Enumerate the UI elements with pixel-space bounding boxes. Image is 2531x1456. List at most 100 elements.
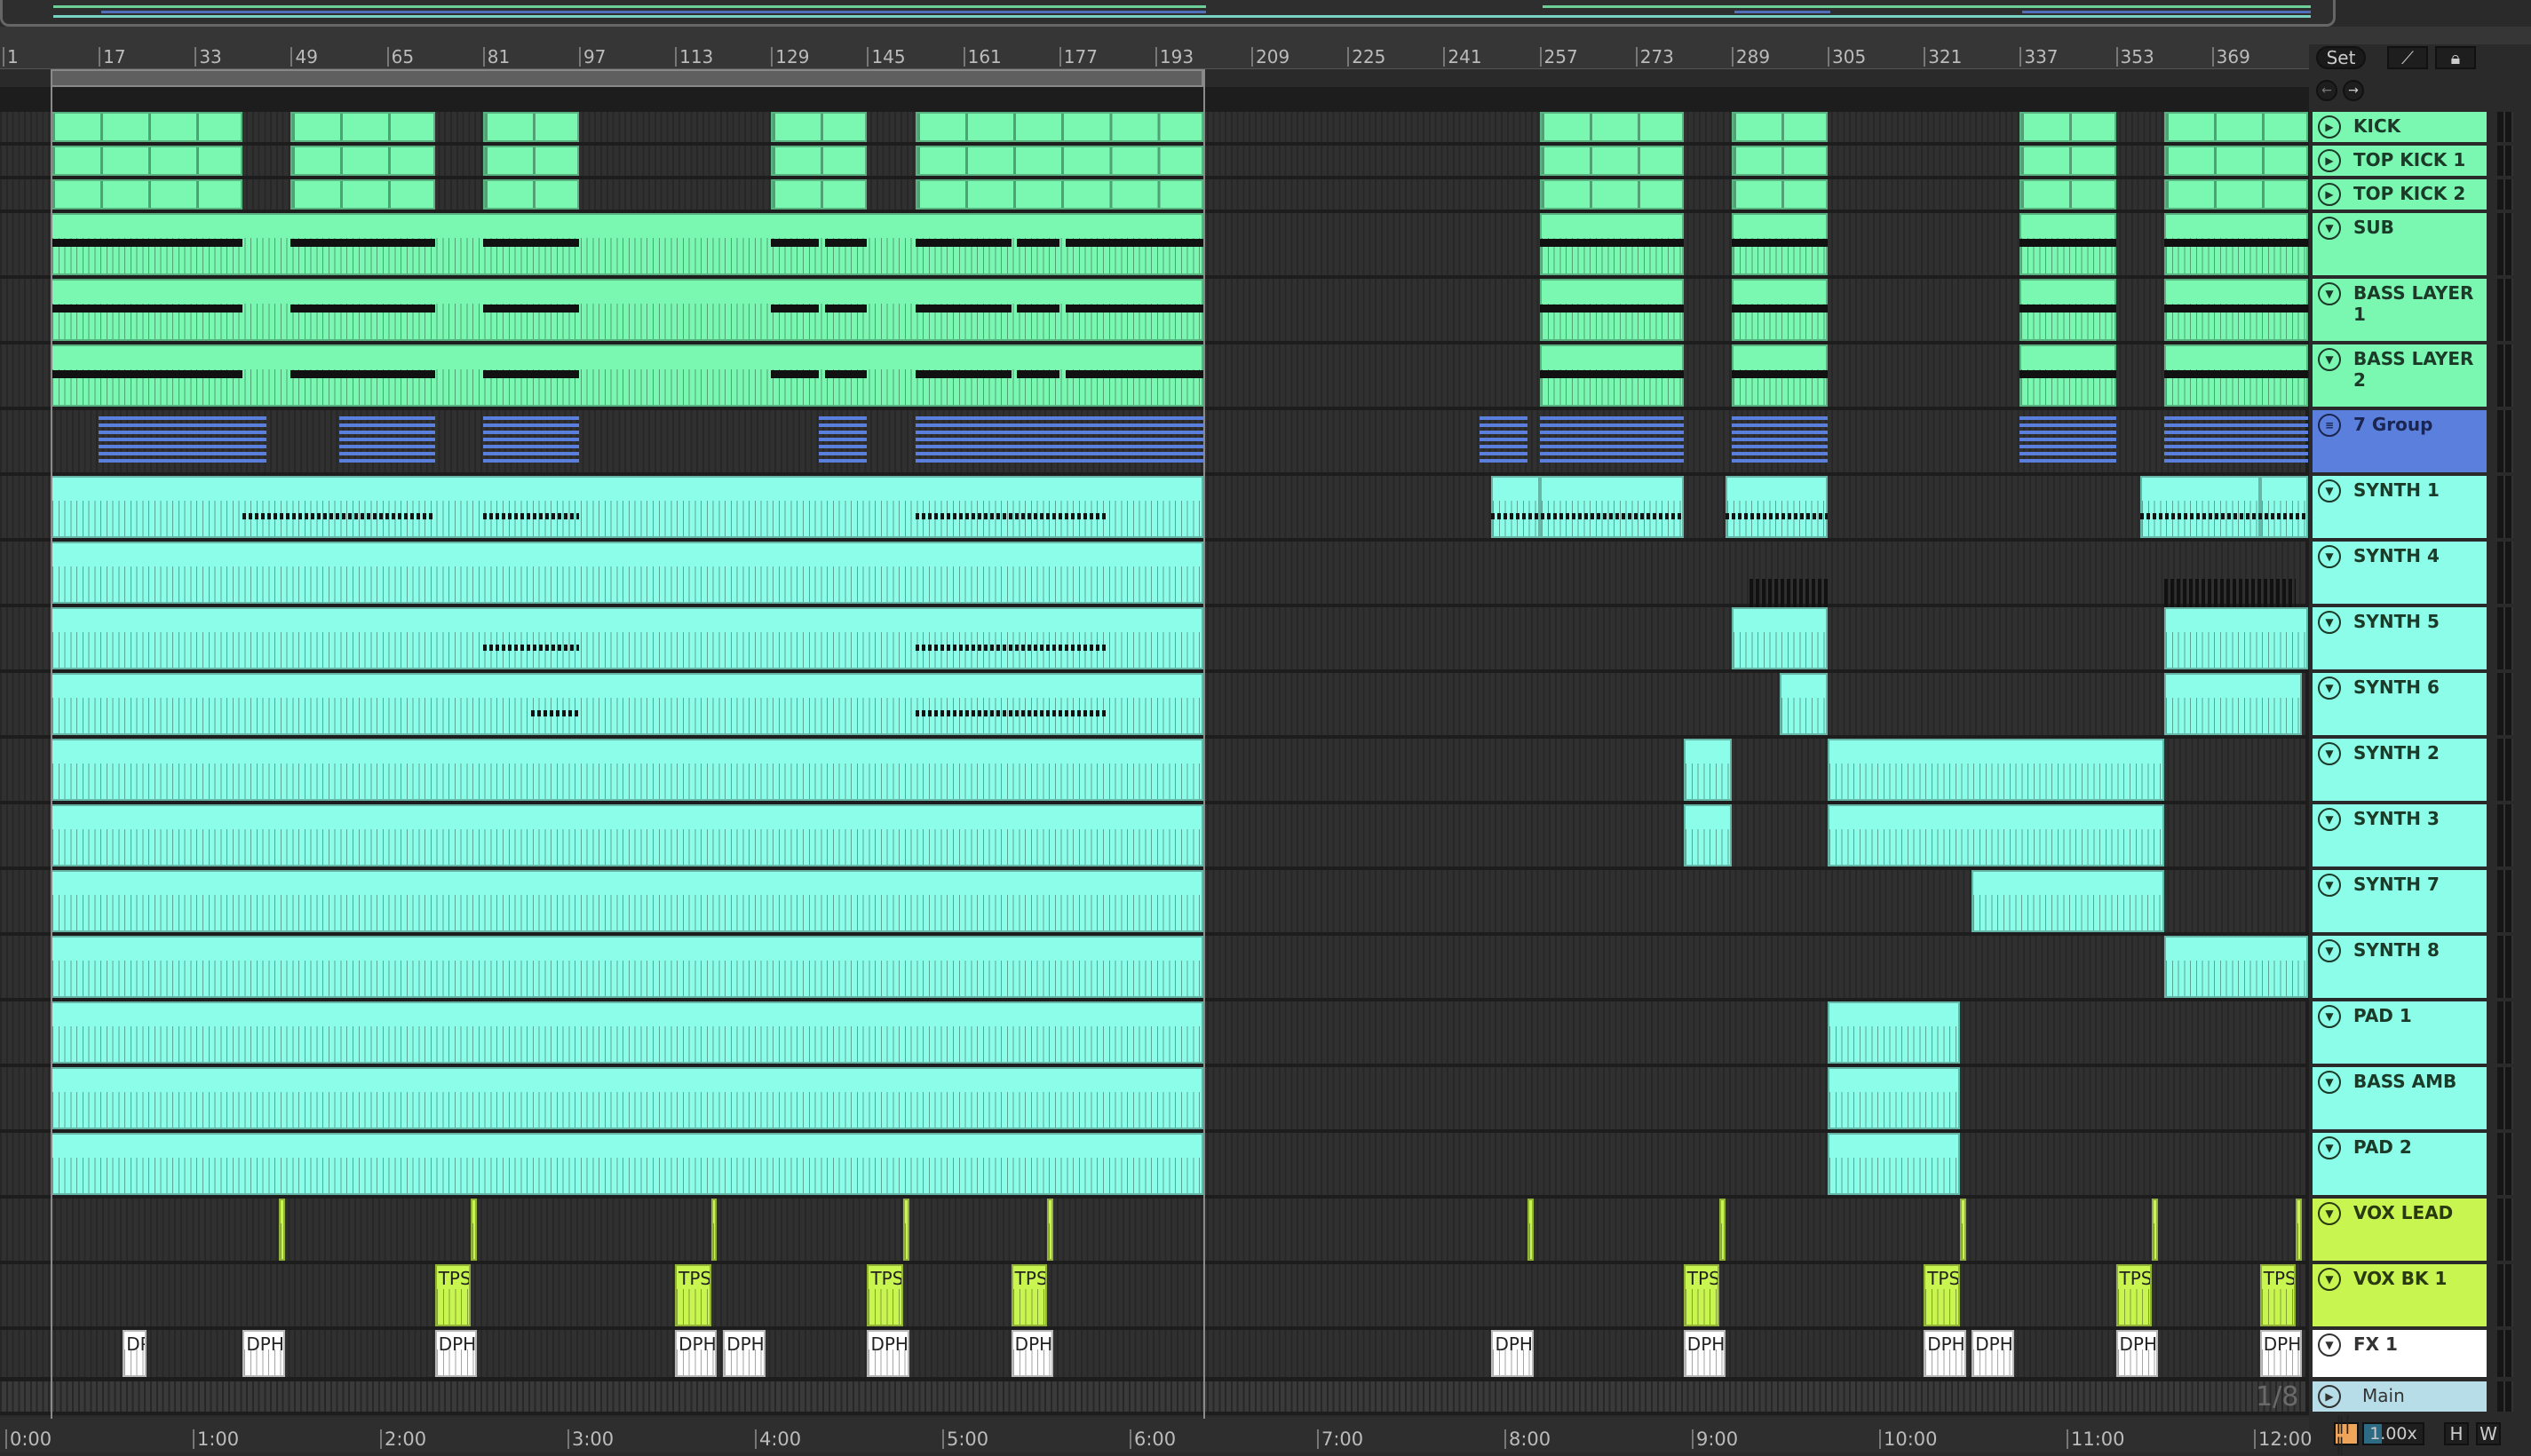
clip[interactable]	[1731, 146, 1829, 176]
clip[interactable]: DPH	[2259, 1330, 2303, 1377]
fold-triangle-icon[interactable]: ▼	[2318, 545, 2341, 568]
clip[interactable]	[482, 179, 579, 210]
fold-triangle-icon[interactable]: ▼	[2318, 479, 2341, 502]
clip[interactable]	[51, 804, 1203, 866]
clip[interactable]	[290, 146, 435, 176]
clip[interactable]	[2163, 112, 2308, 142]
track-header-bass-layer-1[interactable]: ▼ BASS LAYER 1	[2313, 279, 2487, 341]
clip[interactable]	[51, 739, 1203, 801]
clip[interactable]	[2019, 179, 2116, 210]
track-lane[interactable]	[0, 344, 2308, 407]
group-clip[interactable]	[1539, 416, 1684, 463]
track-lane[interactable]	[0, 1381, 2305, 1412]
play-icon[interactable]: ▶	[2318, 183, 2341, 206]
track-lane[interactable]	[0, 1001, 2305, 1064]
play-icon[interactable]: ▶	[2318, 149, 2341, 172]
track-header-sub[interactable]: ▼ SUB	[2313, 213, 2487, 275]
clip[interactable]: DPH	[434, 1330, 478, 1377]
play-icon[interactable]: ▶	[2318, 1385, 2341, 1408]
track-header-synth-7[interactable]: ▼ SYNTH 7	[2313, 870, 2487, 932]
clip[interactable]	[1726, 476, 1829, 538]
clip[interactable]	[482, 146, 579, 176]
clip[interactable]	[2019, 112, 2116, 142]
track-lane[interactable]	[0, 673, 2305, 735]
track-lane[interactable]	[0, 410, 2308, 472]
track-header-synth-2[interactable]: ▼ SYNTH 2	[2313, 739, 2487, 801]
clip[interactable]	[1731, 112, 1829, 142]
clip[interactable]: DPH	[723, 1330, 766, 1377]
clip[interactable]	[51, 542, 1203, 604]
fold-triangle-icon[interactable]: ▼	[2318, 1202, 2341, 1225]
clip[interactable]: DPH	[675, 1330, 718, 1377]
clip[interactable]	[2139, 476, 2260, 538]
track-header-bass-amb[interactable]: ▼ BASS AMB	[2313, 1067, 2487, 1129]
clip[interactable]	[51, 673, 1203, 735]
group-clip[interactable]	[819, 416, 868, 463]
track-header-top-kick-1[interactable]: ▶ TOP KICK 1	[2313, 146, 2487, 176]
clip[interactable]	[51, 607, 1203, 669]
loop-brace[interactable]	[51, 69, 1203, 87]
group-clip[interactable]	[1479, 416, 1528, 463]
group-clip[interactable]	[338, 416, 435, 463]
track-lane[interactable]	[0, 179, 2308, 210]
clip[interactable]: DPH	[1683, 1330, 1726, 1377]
track-header-synth-3[interactable]: ▼ SYNTH 3	[2313, 804, 2487, 866]
clip[interactable]	[1828, 1001, 1960, 1064]
clip[interactable]	[1719, 1199, 1726, 1261]
clip[interactable]	[771, 112, 868, 142]
clip[interactable]: DPH	[1924, 1330, 1966, 1377]
track-lane[interactable]	[0, 1199, 2305, 1261]
w-button[interactable]: W	[2476, 1422, 2501, 1445]
fold-triangle-icon[interactable]: ▼	[2318, 874, 2341, 897]
track-lane[interactable]	[0, 1133, 2305, 1195]
track-header-synth-1[interactable]: ▼ SYNTH 1	[2313, 476, 2487, 538]
clip[interactable]	[710, 1199, 718, 1261]
clip[interactable]	[290, 112, 435, 142]
clip[interactable]: DPH	[1491, 1330, 1534, 1377]
clip[interactable]: TPS	[1683, 1264, 1720, 1326]
track-header-synth-4[interactable]: ▼ SYNTH 4	[2313, 542, 2487, 604]
clip[interactable]	[1539, 179, 1684, 210]
group-clip[interactable]	[2019, 416, 2116, 463]
track-lane[interactable]	[0, 112, 2308, 142]
clip[interactable]	[51, 112, 243, 142]
track-lane[interactable]: DP DPH DPH DPH DPH DPH DPH DPH DPH DPH DPH DPH DPH	[0, 1330, 2305, 1377]
fold-triangle-icon[interactable]: ▼	[2318, 1071, 2341, 1094]
clip[interactable]	[2019, 146, 2116, 176]
clip[interactable]: TPS	[675, 1264, 711, 1326]
clip[interactable]	[1539, 146, 1684, 176]
fold-triangle-icon[interactable]: ▼	[2318, 742, 2341, 765]
clip[interactable]	[51, 870, 1203, 932]
clip[interactable]	[1828, 804, 2164, 866]
track-lane[interactable]: TPS TPS TPS TPS TPS TPS TPS TPS	[0, 1264, 2305, 1326]
clip[interactable]: TPS	[2115, 1264, 2153, 1326]
track-header-synth-8[interactable]: ▼ SYNTH 8	[2313, 936, 2487, 998]
track-header-synth-6[interactable]: ▼ SYNTH 6	[2313, 673, 2487, 735]
clip[interactable]	[2163, 673, 2303, 735]
fold-triangle-icon[interactable]: ▼	[2318, 217, 2341, 240]
clip[interactable]	[771, 146, 868, 176]
clip[interactable]	[482, 112, 579, 142]
track-lane[interactable]	[0, 936, 2308, 998]
clip[interactable]	[1828, 1133, 1960, 1195]
clip[interactable]	[1731, 179, 1829, 210]
track-header-7-group[interactable]: ≡ 7 Group	[2313, 410, 2487, 472]
clip[interactable]	[290, 179, 435, 210]
track-lane[interactable]	[0, 542, 2305, 610]
clip[interactable]	[51, 146, 243, 176]
clip[interactable]: DP	[123, 1330, 147, 1377]
clip[interactable]: DPH	[1972, 1330, 2014, 1377]
fold-triangle-icon[interactable]: ▼	[2318, 1005, 2341, 1028]
clip[interactable]: TPS	[434, 1264, 472, 1326]
clip[interactable]	[1491, 476, 1540, 538]
clip[interactable]	[1959, 1199, 1966, 1261]
track-header-pad-2[interactable]: ▼ PAD 2	[2313, 1133, 2487, 1195]
clip[interactable]	[1047, 1199, 1053, 1261]
clip[interactable]	[1539, 476, 1684, 538]
time-ruler[interactable]: 0:00 1:00 2:00 3:00 4:00 5:00 6:00 7:00 8:00 9:00…	[0, 1417, 2313, 1452]
clip[interactable]	[51, 1001, 1203, 1064]
track-lane[interactable]	[0, 146, 2308, 176]
track-header-fx-1[interactable]: ▼ FX 1	[2313, 1330, 2487, 1377]
clip[interactable]	[2296, 1199, 2303, 1261]
zoom-factor-field[interactable]: 1.00x	[2362, 1422, 2424, 1445]
